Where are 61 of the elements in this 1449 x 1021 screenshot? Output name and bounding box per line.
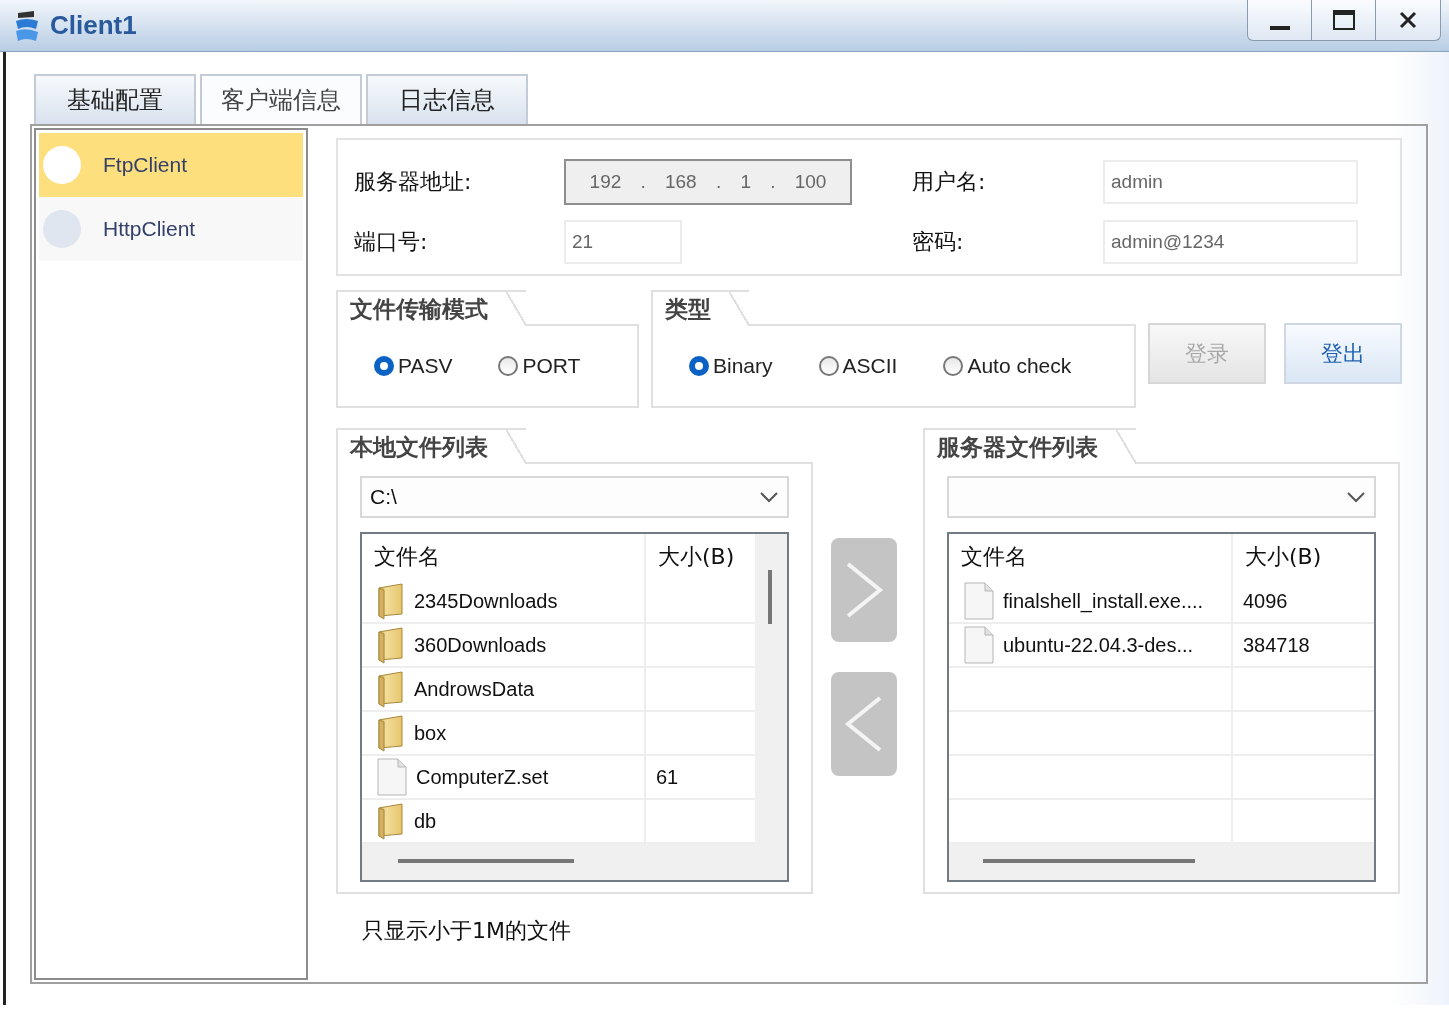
folder-icon: [376, 582, 406, 620]
group-title: 服务器文件列表: [923, 428, 1136, 464]
input-field[interactable]: 21: [564, 219, 682, 264]
close-icon: [1399, 11, 1417, 29]
column-header[interactable]: 文件名: [362, 534, 644, 580]
input-field[interactable]: admin@1234: [1103, 219, 1358, 264]
radio-label: Binary: [713, 354, 773, 378]
minimize-icon: [1269, 26, 1290, 30]
tab[interactable]: 基础配置: [34, 74, 196, 124]
tab[interactable]: 日志信息: [366, 74, 528, 124]
input-field[interactable]: admin: [1103, 159, 1358, 204]
radio-button[interactable]: [943, 356, 964, 376]
file-name-cell[interactable]: db: [362, 800, 644, 842]
sidebar-item[interactable]: HttpClient: [39, 197, 303, 261]
field-label: 用户名:: [911, 167, 987, 196]
radio-label: Auto check: [967, 354, 1072, 378]
column-header[interactable]: 大小(B): [1231, 534, 1374, 580]
action-button[interactable]: 登出: [1284, 323, 1402, 384]
radio-label: PORT: [522, 354, 581, 378]
circle-icon: [43, 210, 81, 248]
window-title: Client1: [50, 10, 137, 41]
horizontal-scrollbar[interactable]: [949, 844, 1374, 880]
horizontal-scrollbar[interactable]: [362, 844, 787, 880]
maximize-icon: [1332, 10, 1355, 30]
radio-button[interactable]: [498, 356, 519, 376]
tab[interactable]: 客户端信息: [200, 74, 362, 124]
path-dropdown[interactable]: C:\: [360, 476, 789, 518]
column-header[interactable]: 文件名: [949, 534, 1231, 580]
file-name-cell[interactable]: ComputerZ.set: [362, 756, 644, 798]
file-name-cell[interactable]: ubuntu-22.04.3-des...: [949, 624, 1231, 666]
file-name-cell[interactable]: box: [362, 712, 644, 754]
folder-icon: [376, 626, 406, 664]
radio-button[interactable]: [818, 356, 839, 376]
group-title: 类型: [651, 290, 749, 326]
file-name-cell[interactable]: AndrowsData: [362, 668, 644, 710]
folder-icon: [376, 670, 406, 708]
file-name-cell[interactable]: 2345Downloads: [362, 580, 644, 622]
radio-button[interactable]: [374, 356, 394, 376]
circle-icon: [43, 146, 81, 184]
chevron-down-icon: [1346, 491, 1366, 503]
vertical-scrollbar[interactable]: [755, 534, 787, 844]
file-size-cell: 384718: [1231, 624, 1374, 666]
group-title: 本地文件列表: [336, 428, 526, 464]
radio-button[interactable]: [689, 356, 709, 376]
field-label: 端口号:: [354, 227, 429, 256]
radio-label: ASCII: [842, 354, 898, 378]
group-title: 文件传输模式: [336, 290, 526, 326]
field-label: 密码:: [911, 227, 965, 256]
file-icon: [376, 758, 408, 796]
folder-icon: [376, 802, 406, 840]
filter-note: 只显示小于1M的文件: [362, 917, 572, 945]
folder-icon: [376, 714, 406, 752]
sidebar-item[interactable]: FtpClient: [39, 133, 303, 197]
file-icon: [963, 626, 995, 664]
field-label: 服务器地址:: [354, 167, 473, 196]
chevron-down-icon: [759, 491, 779, 503]
file-icon: [963, 582, 995, 620]
file-name-cell[interactable]: finalshell_install.exe....: [949, 580, 1231, 622]
file-size-cell: 4096: [1231, 580, 1374, 622]
file-name-cell[interactable]: 360Downloads: [362, 624, 644, 666]
radio-label: PASV: [398, 354, 453, 378]
